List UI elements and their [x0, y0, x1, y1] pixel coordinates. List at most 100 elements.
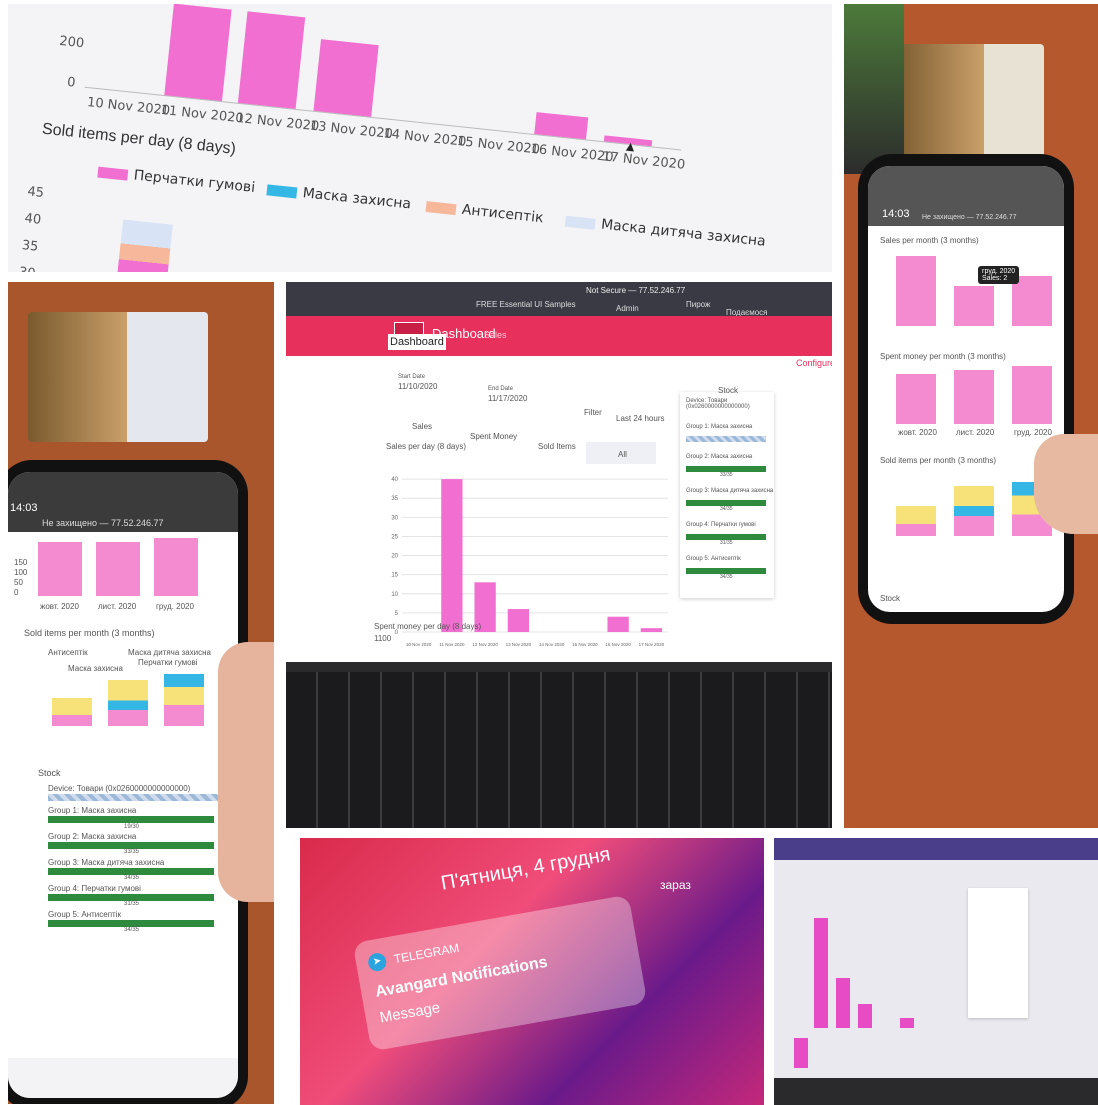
mini-bar — [836, 978, 850, 1028]
tablet-photo: П'ятниця, 4 грудня зараз ➤ TELEGRAM Avan… — [300, 838, 764, 1105]
stock-title: Stock — [880, 594, 901, 603]
bar — [1012, 366, 1052, 424]
chart-title: Sales per day (8 days) — [386, 442, 467, 451]
bar[interactable] — [507, 609, 530, 632]
status-time: 14:03 — [882, 208, 910, 220]
desk-calendar — [894, 44, 1044, 164]
notification-card[interactable]: ➤ TELEGRAM Avangard Notifications Messag… — [352, 894, 648, 1052]
notification-time: зараз — [660, 878, 691, 892]
bar — [96, 542, 140, 596]
tab-sold-items[interactable]: Sold Items — [538, 442, 576, 451]
plant — [844, 4, 904, 174]
bookmark[interactable]: Пирож — [686, 300, 710, 309]
x-tick: 17 Nov 2020 — [601, 149, 686, 173]
x-tick: 12 Nov 2020 — [235, 110, 320, 135]
laptop-small-photo — [774, 838, 1098, 1105]
legend-label: Маска дитяча захисна — [600, 216, 767, 250]
cursor-icon: ▲ — [622, 137, 639, 155]
x-tick: 15 Nov 2020 — [456, 133, 541, 158]
bookmark[interactable]: FREE Essential UI Samples — [476, 300, 576, 309]
group-label: Group 5: Антисептік — [48, 910, 121, 919]
stock-title: Stock — [38, 768, 61, 778]
group-value: 34/35 — [720, 574, 733, 580]
address-bar[interactable]: Не захищено — 77.52.246.77 — [922, 214, 1017, 221]
legend-label: Маска захисна — [301, 185, 412, 213]
y-tick: 50 — [14, 578, 23, 587]
progress-bar — [686, 436, 766, 442]
group-label: Group 2: Маска захисна — [48, 832, 137, 841]
hand — [218, 642, 274, 902]
tab-spent-money[interactable]: Spent Money — [470, 432, 517, 441]
group-value: 34/35 — [720, 506, 733, 512]
y-tick: 0 — [66, 74, 77, 91]
y-tick: 5 — [395, 611, 399, 617]
y-tick: 30 — [18, 265, 36, 272]
desk-calendar — [28, 312, 208, 442]
filter-button[interactable]: Filter — [584, 408, 602, 417]
legend-swatch — [564, 215, 596, 230]
legend-label: Маска дитяча захисна — [128, 648, 211, 657]
x-tick: 15 Nov 2020 — [572, 642, 598, 647]
x-tick: 14 Nov 2020 — [539, 642, 565, 647]
mini-bar — [814, 918, 828, 1028]
bar — [154, 538, 198, 596]
progress-bar — [48, 842, 214, 849]
y-tick: 45 — [26, 184, 45, 202]
end-date-label: End Date — [488, 386, 514, 392]
end-date-input[interactable]: 11/17/2020 — [488, 394, 527, 403]
tooltip: груд. 2020 Sales: 2 — [978, 266, 1020, 284]
bar — [1012, 276, 1052, 326]
telegram-icon: ➤ — [366, 951, 388, 973]
nav-sales[interactable]: Sales — [484, 330, 507, 340]
bar — [954, 286, 994, 326]
lock-date: П'ятниця, 4 грудня — [439, 843, 613, 895]
group-value: 31/35 — [720, 540, 733, 546]
app-header: Dashboard Sales — [286, 316, 832, 356]
y-tick: 35 — [391, 496, 398, 502]
stack-bar — [896, 506, 936, 536]
progress-bar — [48, 816, 214, 823]
address-bar[interactable]: Не захищено — 77.52.246.77 — [42, 518, 164, 528]
bookmark[interactable]: Admin — [616, 304, 639, 313]
stock-title: Stock — [718, 386, 739, 395]
bar — [313, 39, 379, 117]
legend-label: Антисептік — [48, 648, 88, 657]
y-tick: 30 — [391, 515, 398, 521]
y-tick: 100 — [14, 568, 28, 577]
group-value: 33/35 — [124, 849, 140, 855]
phone-left-photo: 14:03 Не захищено — 77.52.246.77 150 100… — [8, 282, 274, 1104]
month-label: жовт. 2020 — [40, 602, 79, 611]
browser-topbar — [774, 838, 1098, 860]
x-tick: 14 Nov 2020 — [382, 126, 468, 150]
bar[interactable] — [607, 616, 629, 632]
bar[interactable] — [441, 479, 463, 632]
month-label: груд. 2020 — [156, 602, 194, 611]
tooltip-month: груд. 2020 — [982, 268, 1016, 275]
notification-app: TELEGRAM — [392, 940, 461, 967]
legend-label: Перчатки гумові — [138, 658, 198, 667]
tab-sales[interactable]: Sales — [412, 422, 432, 431]
legend-swatch — [266, 184, 298, 199]
legend-label: Маска захисна — [68, 664, 124, 673]
last24-button[interactable]: Last 24 hours — [616, 414, 664, 423]
x-tick: 10 Nov 2020 — [86, 95, 171, 119]
y-tick: 15 — [391, 573, 398, 579]
phone-right-photo: 14:03 Не захищено — 77.52.246.77 Sales p… — [844, 4, 1098, 828]
status-bar: 14:03 Не захищено — 77.52.246.77 — [868, 166, 1064, 226]
stack-bar — [954, 486, 994, 536]
x-tick: 12 Nov 2020 — [472, 642, 498, 647]
start-date-label: Start Date — [398, 374, 426, 380]
tab-url[interactable]: Not Secure — 77.52.246.77 — [586, 286, 685, 295]
legend-swatch — [97, 166, 129, 181]
closeup-chart: 200 0 10 Nov 2020 11 Nov 2020 12 Nov 202… — [8, 4, 832, 272]
tooltip-value: Sales: 2 — [982, 275, 1008, 282]
configure-link[interactable]: Configure — [796, 358, 832, 368]
x-tick: 10 Nov 2020 — [406, 642, 432, 647]
legend-label: Антисептік — [461, 201, 545, 227]
group-value: 33/35 — [720, 472, 733, 478]
browser-tabbar: Not Secure — 77.52.246.77 FREE Essential… — [286, 282, 832, 317]
start-date-input[interactable]: 11/10/2020 — [398, 382, 437, 391]
keyboard — [286, 672, 832, 828]
bar[interactable] — [640, 628, 663, 632]
x-tick: 11 Nov 2020 — [439, 642, 465, 647]
